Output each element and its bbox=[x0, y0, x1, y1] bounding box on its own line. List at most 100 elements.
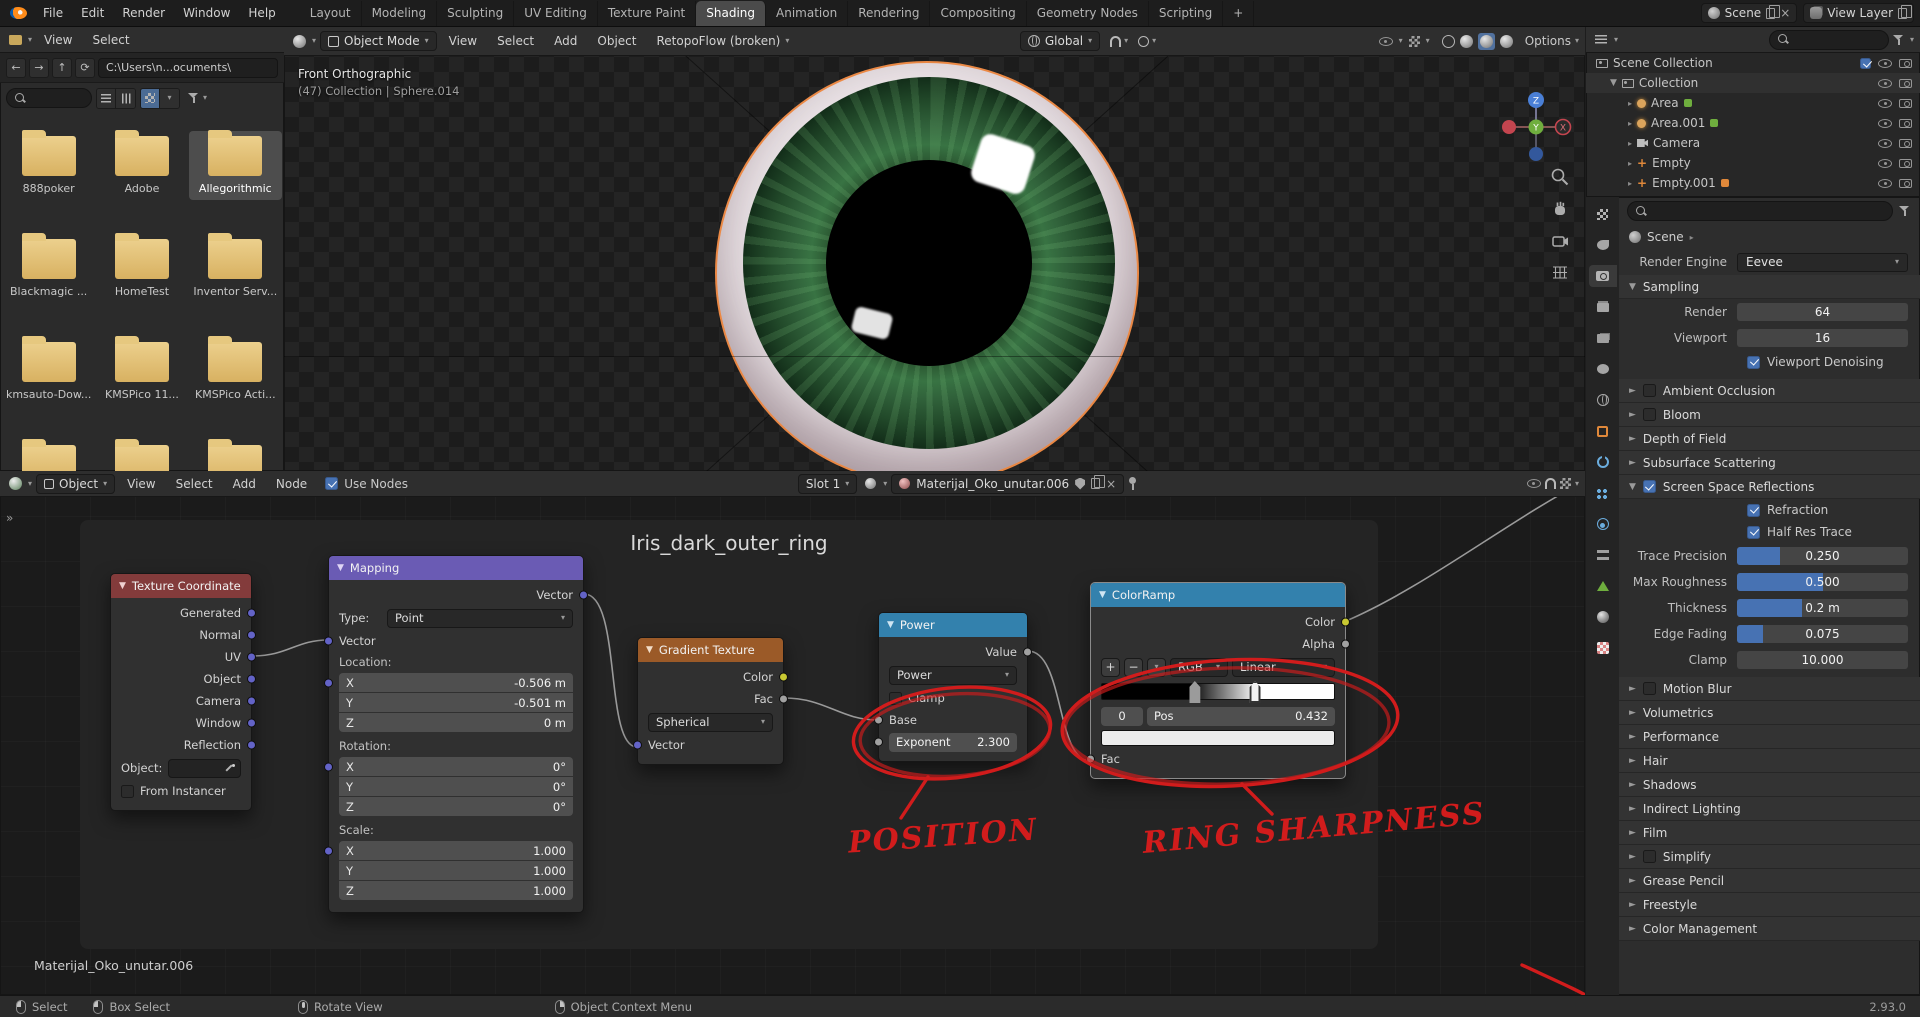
snap-magnet-icon[interactable] bbox=[1110, 36, 1121, 47]
filter-funnel-icon[interactable] bbox=[188, 92, 201, 104]
editor-type-viewport-icon[interactable] bbox=[290, 32, 308, 50]
tab-uv-editing[interactable]: UV Editing bbox=[514, 1, 598, 26]
panel-subsurface-scattering[interactable]: Subsurface Scattering bbox=[1619, 451, 1920, 475]
new-view-layer-icon[interactable] bbox=[1898, 8, 1907, 19]
panel-sampling[interactable]: Sampling bbox=[1619, 275, 1920, 299]
overlays-caret-icon[interactable] bbox=[1426, 37, 1430, 45]
thumbnail-view-button[interactable] bbox=[141, 89, 160, 108]
socket-fac-out[interactable] bbox=[779, 695, 788, 704]
material-name-field[interactable]: Materijal_Oko_unutar.006 bbox=[891, 474, 1124, 494]
outliner-row-empty[interactable]: Empty bbox=[1586, 153, 1920, 173]
panel-motion-blur[interactable]: Motion Blur bbox=[1619, 677, 1920, 701]
ramp-stop-active[interactable] bbox=[1250, 681, 1261, 703]
ramp-stop-0[interactable] bbox=[1189, 681, 1200, 703]
expand-icon[interactable] bbox=[1628, 99, 1632, 108]
mode-dropdown[interactable]: Object Mode bbox=[320, 31, 437, 51]
editor-type-outliner-icon[interactable] bbox=[1592, 31, 1610, 49]
socket-window[interactable] bbox=[247, 719, 256, 728]
stop-index-field[interactable]: 0 bbox=[1101, 707, 1143, 726]
socket-scale[interactable] bbox=[324, 846, 333, 855]
parent-dir-button[interactable]: ↑ bbox=[52, 58, 72, 78]
panel-grease-pencil[interactable]: Grease Pencil bbox=[1619, 869, 1920, 893]
ao-checkbox[interactable] bbox=[1643, 384, 1656, 397]
tab-render[interactable] bbox=[1589, 265, 1617, 287]
folder-item[interactable]: Inventor Serv... bbox=[189, 234, 282, 303]
shader-type-dropdown[interactable]: Object bbox=[36, 474, 115, 494]
socket-uv[interactable] bbox=[247, 653, 256, 662]
tab-layout[interactable]: Layout bbox=[300, 1, 362, 26]
viewport-3d[interactable]: Object Mode View Select Add Object Retop… bbox=[284, 27, 1585, 471]
tab-material[interactable] bbox=[1589, 606, 1617, 628]
simplify-checkbox[interactable] bbox=[1643, 850, 1656, 863]
transform-orientation-dropdown[interactable]: Global bbox=[1020, 31, 1100, 51]
slot-dropdown[interactable]: Slot 1 bbox=[798, 474, 857, 494]
unlink-material-icon[interactable] bbox=[1106, 478, 1116, 490]
location-x-field[interactable]: X-0.506 m bbox=[339, 673, 573, 692]
socket-normal[interactable] bbox=[247, 631, 256, 640]
panel-ambient-occlusion[interactable]: Ambient Occlusion bbox=[1619, 379, 1920, 403]
expand-icon[interactable] bbox=[1628, 159, 1632, 168]
color-mode-dropdown[interactable]: RGB bbox=[1170, 658, 1228, 677]
node-colorramp[interactable]: ColorRamp Color Alpha + − RGB Linear 0 P… bbox=[1090, 582, 1346, 779]
motion-blur-checkbox[interactable] bbox=[1643, 682, 1656, 695]
tab-rendering[interactable]: Rendering bbox=[848, 1, 930, 26]
outliner-filter-caret-icon[interactable] bbox=[1910, 36, 1914, 44]
fb-search-input[interactable] bbox=[32, 92, 84, 104]
disable-render-icon[interactable] bbox=[1899, 99, 1912, 108]
editor-type-shader-icon[interactable] bbox=[6, 475, 24, 493]
vertical-list-button[interactable] bbox=[97, 89, 116, 108]
socket-exponent-in[interactable] bbox=[874, 738, 883, 747]
panel-hair[interactable]: Hair bbox=[1619, 749, 1920, 773]
tab-compositing[interactable]: Compositing bbox=[930, 1, 1026, 26]
node-gradient-texture[interactable]: Gradient Texture Color Fac Spherical Vec… bbox=[637, 637, 784, 765]
ne-overlay-caret-icon[interactable] bbox=[1575, 480, 1579, 488]
backdrop-icon[interactable] bbox=[1527, 479, 1541, 488]
eyeball-object[interactable] bbox=[715, 61, 1139, 471]
outliner-row-area-001[interactable]: Area.001 bbox=[1586, 113, 1920, 133]
folder-item[interactable]: Adobe bbox=[95, 131, 188, 200]
outliner-row-empty-001[interactable]: Empty.001 bbox=[1586, 173, 1920, 193]
bloom-checkbox[interactable] bbox=[1643, 408, 1656, 421]
fb-menu-select[interactable]: Select bbox=[85, 31, 138, 49]
tab-physics[interactable] bbox=[1589, 513, 1617, 535]
fb-menu-view[interactable]: View bbox=[36, 31, 80, 49]
tab-particles[interactable] bbox=[1589, 482, 1617, 504]
fake-user-shield-icon[interactable] bbox=[1075, 478, 1085, 490]
expand-icon[interactable] bbox=[1610, 78, 1617, 88]
outliner-filter-icon[interactable] bbox=[1893, 34, 1906, 46]
tab-modifiers[interactable] bbox=[1589, 451, 1617, 473]
view-layer-selector[interactable]: View Layer bbox=[1803, 3, 1914, 23]
disable-render-icon[interactable] bbox=[1899, 159, 1912, 168]
add-workspace-button[interactable]: + bbox=[1223, 1, 1254, 26]
remove-stop-button[interactable]: − bbox=[1124, 658, 1143, 677]
rotation-x-field[interactable]: X0° bbox=[339, 757, 573, 776]
path-field[interactable]: C:\Users\n...ocuments\ bbox=[98, 58, 278, 78]
collapse-node-icon[interactable] bbox=[887, 620, 894, 630]
menu-render[interactable]: Render bbox=[114, 4, 173, 22]
ne-menu-node[interactable]: Node bbox=[268, 475, 315, 493]
proportional-editing-icon[interactable] bbox=[1138, 36, 1149, 47]
folder-item[interactable] bbox=[2, 440, 95, 471]
folder-item-selected[interactable]: Allegorithmic bbox=[189, 131, 282, 200]
vp-menu-view[interactable]: View bbox=[441, 32, 485, 50]
socket-value-out[interactable] bbox=[1023, 648, 1032, 657]
collapse-node-icon[interactable] bbox=[119, 581, 126, 591]
panel-bloom[interactable]: Bloom bbox=[1619, 403, 1920, 427]
tab-texture-paint[interactable]: Texture Paint bbox=[598, 1, 696, 26]
vp-menu-add[interactable]: Add bbox=[546, 32, 585, 50]
display-settings-button[interactable] bbox=[160, 89, 179, 108]
expand-icon[interactable] bbox=[1628, 139, 1632, 148]
node-mapping[interactable]: Mapping Vector Type: Point Vector Locati… bbox=[328, 555, 584, 913]
socket-color-out[interactable] bbox=[1341, 618, 1350, 627]
collapse-node-icon[interactable] bbox=[1099, 590, 1106, 600]
refresh-button[interactable]: ⟳ bbox=[75, 58, 95, 78]
tab-tool[interactable] bbox=[1589, 234, 1617, 256]
collapse-node-icon[interactable] bbox=[337, 563, 344, 573]
hide-eye-icon[interactable] bbox=[1878, 59, 1892, 68]
scene-selector[interactable]: Scene bbox=[1701, 3, 1798, 23]
tab-animation[interactable]: Animation bbox=[766, 1, 848, 26]
scale-z-field[interactable]: Z1.000 bbox=[339, 881, 573, 900]
horizontal-list-button[interactable] bbox=[116, 89, 135, 108]
editor-type-folder-icon[interactable] bbox=[6, 31, 24, 49]
tab-output[interactable] bbox=[1589, 296, 1617, 318]
